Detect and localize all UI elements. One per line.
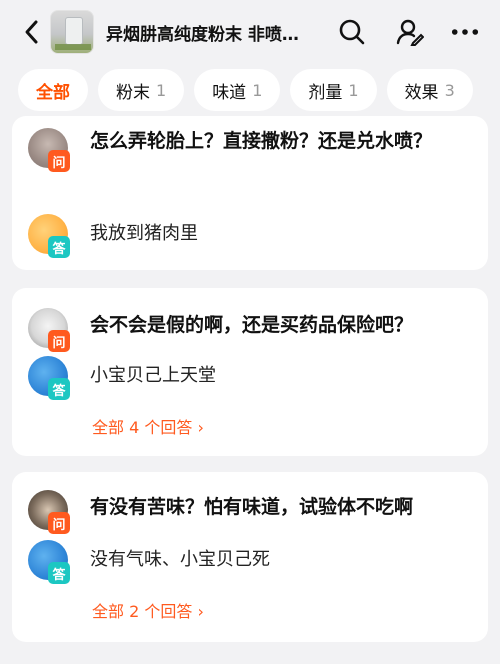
top-bar: 异烟肼高纯度粉末 非喷… (0, 0, 500, 64)
product-thumbnail[interactable] (50, 10, 94, 54)
user-button[interactable] (396, 18, 424, 46)
tab-effect[interactable]: 效果 3 (386, 69, 473, 111)
search-button[interactable] (338, 18, 366, 46)
question-text: 会不会是假的啊，还是买药品保险吧？ (90, 314, 414, 336)
tab-powder[interactable]: 粉末 1 (98, 69, 185, 111)
question-row: 问 会不会是假的啊，还是买药品保险吧？ (28, 308, 470, 352)
qa-card[interactable]: 问 有没有苦味？怕有味道，试验体不吃啊 答 没有气味、小宝贝己死 全部 2 个回… (12, 472, 488, 642)
filter-tabs: 全部 粉末 1 味道 1 剂量 1 效果 3 (0, 64, 500, 116)
avatar: 问 (28, 308, 70, 352)
question-badge: 问 (48, 150, 70, 172)
search-icon (339, 19, 365, 45)
qa-card[interactable]: 问 会不会是假的啊，还是买药品保险吧？ 答 小宝贝己上天堂 全部 4 个回答 › (12, 288, 488, 456)
tab-dosage[interactable]: 剂量 1 (290, 69, 377, 111)
avatar: 答 (28, 540, 70, 584)
all-answers-link[interactable]: 全部 2 个回答 › (92, 598, 204, 622)
question-row: 问 有没有苦味？怕有味道，试验体不吃啊 (28, 490, 470, 534)
page-title[interactable]: 异烟肼高纯度粉末 非喷… (106, 20, 326, 45)
answer-badge: 答 (48, 378, 70, 400)
question-text: 有没有苦味？怕有味道，试验体不吃啊 (90, 496, 414, 518)
tab-taste[interactable]: 味道 1 (194, 69, 281, 111)
answer-text: 我放到猪肉里 (90, 223, 198, 244)
more-dots-icon (451, 29, 479, 35)
question-text: 怎么弄轮胎上？直接撒粉？还是兑水喷？ (90, 130, 433, 152)
question-row: 问 怎么弄轮胎上？直接撒粉？还是兑水喷？ (28, 128, 470, 172)
answer-text: 没有气味、小宝贝己死 (90, 549, 270, 570)
chevron-left-icon (25, 20, 38, 44)
all-answers-link[interactable]: 全部 4 个回答 › (92, 414, 204, 438)
qa-card[interactable]: 问 怎么弄轮胎上？直接撒粉？还是兑水喷？ 答 我放到猪肉里 (12, 116, 488, 270)
answer-row: 答 小宝贝己上天堂 (28, 356, 216, 400)
avatar: 答 (28, 214, 70, 258)
avatar: 答 (28, 356, 70, 400)
answer-badge: 答 (48, 236, 70, 258)
answer-row: 答 我放到猪肉里 (28, 214, 198, 258)
question-badge: 问 (48, 512, 70, 534)
answer-badge: 答 (48, 562, 70, 584)
avatar: 问 (28, 128, 70, 172)
back-button[interactable] (14, 12, 48, 52)
answer-row: 答 没有气味、小宝贝己死 (28, 540, 270, 584)
tab-all[interactable]: 全部 (18, 69, 88, 111)
more-button[interactable] (451, 18, 479, 46)
user-edit-icon (396, 19, 424, 46)
question-badge: 问 (48, 330, 70, 352)
avatar: 问 (28, 490, 70, 534)
answer-text: 小宝贝己上天堂 (90, 365, 216, 386)
